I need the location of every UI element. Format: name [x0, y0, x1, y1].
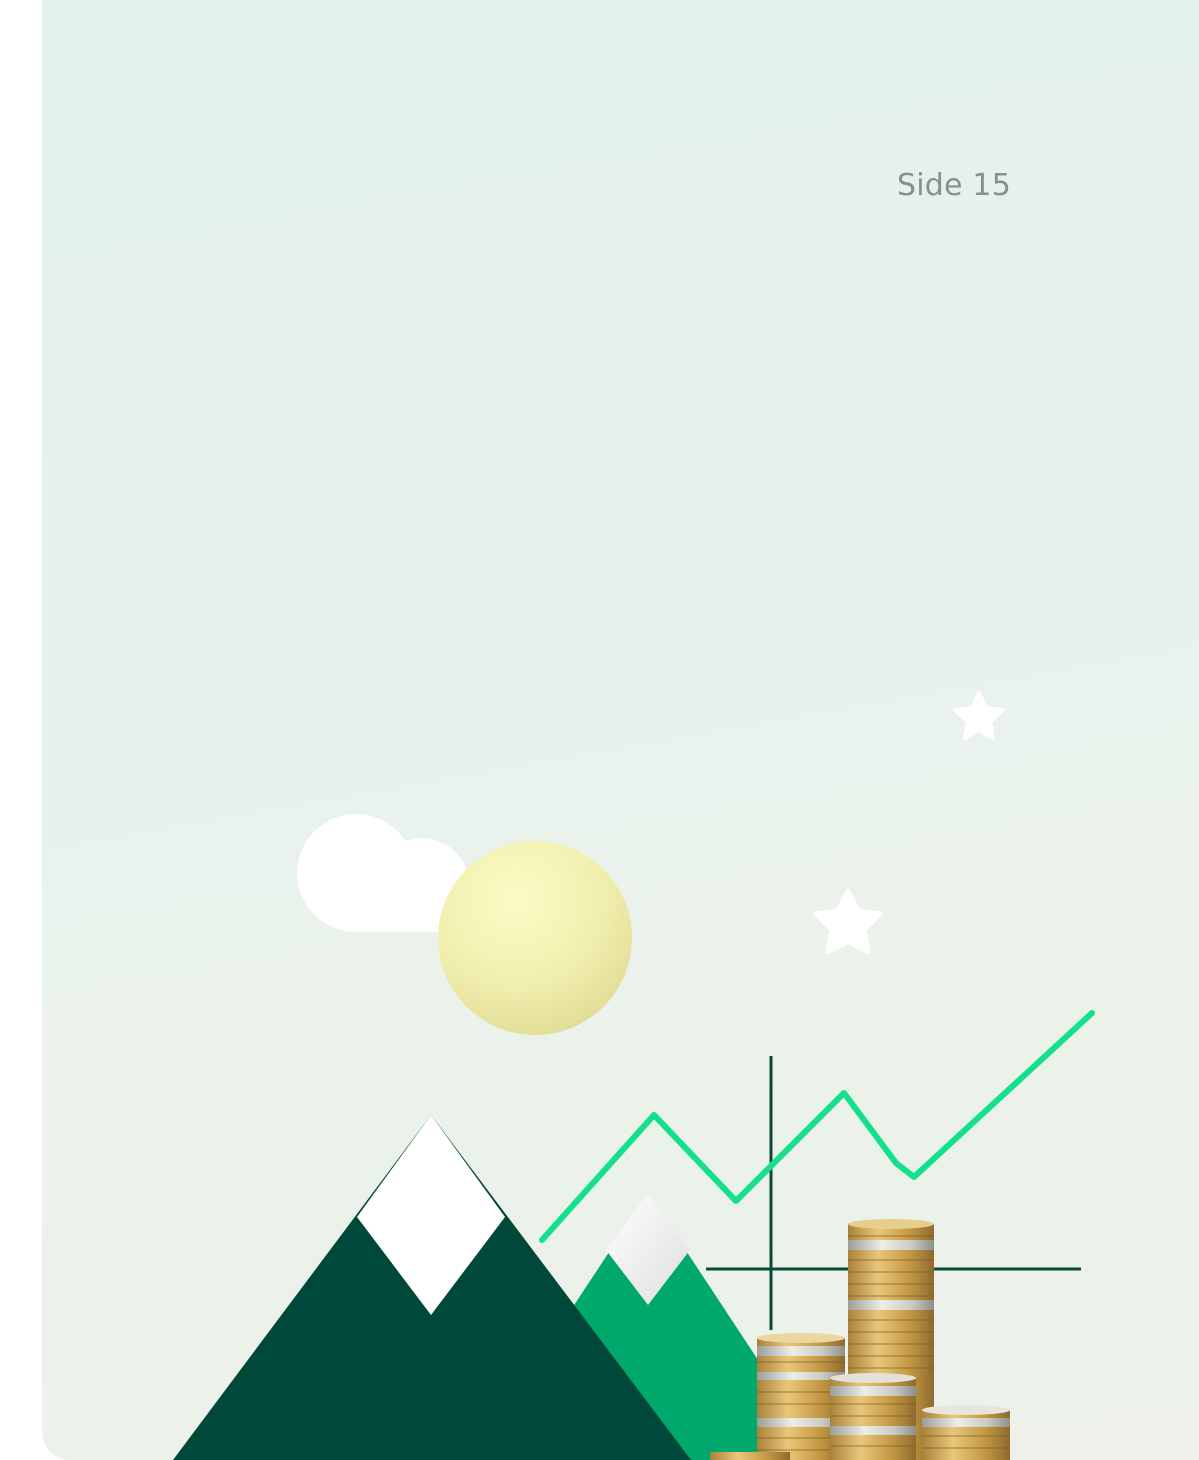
star-icon [813, 888, 883, 955]
finance-illustration [173, 691, 1095, 1460]
sun-icon [438, 841, 632, 1035]
star-icon [953, 691, 1005, 740]
trend-line [539, 1010, 1095, 1243]
slide-page: Side 15 [42, 0, 1199, 1460]
